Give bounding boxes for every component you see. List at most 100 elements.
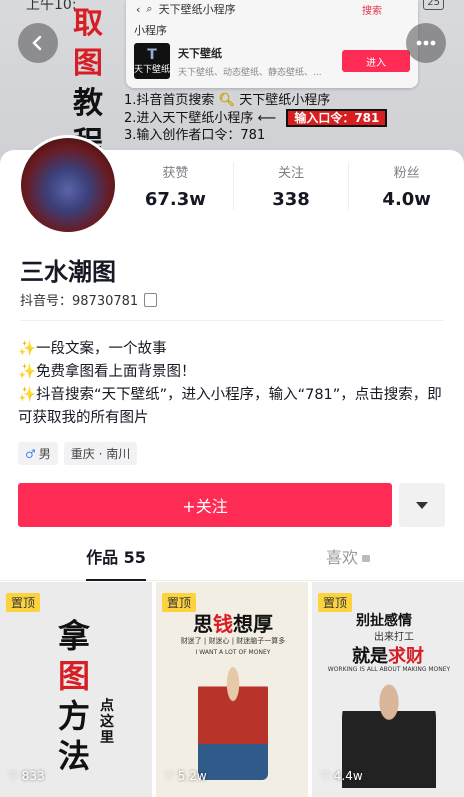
title-char: 方: [57, 697, 90, 735]
search-query: 天下壁纸小程序: [158, 3, 236, 16]
title-char: 取: [73, 6, 103, 41]
heart-icon: ♡: [8, 769, 19, 783]
stat-followers[interactable]: 粉丝 4.0w: [348, 162, 464, 210]
profile-name: 三水潮图: [20, 258, 116, 286]
title-part: 想厚: [233, 612, 273, 636]
search-row: ‹ ⌕ 天下壁纸小程序 搜索: [126, 0, 418, 18]
title-part: 钱: [213, 612, 233, 636]
god-of-wealth-illustration: [198, 660, 268, 780]
thumbnail-side-text: 点这里: [100, 698, 114, 746]
avatar[interactable]: [18, 135, 118, 235]
pinned-badge: 置顶: [6, 593, 41, 612]
profile-bio: ✨一段文案，一个故事 ✨免费拿图看上面背景图！ ✨抖音搜索“天下壁纸”，进入小程…: [18, 338, 448, 430]
title-char: 法: [57, 737, 90, 775]
thumbnail-english: WORKING IS ALL ABOUT MAKING MONEY: [327, 666, 451, 673]
arrow-icon: ⟵: [257, 111, 277, 126]
divider: [20, 320, 444, 321]
copy-icon[interactable]: [144, 292, 158, 307]
bio-line: ✨一段文案，一个故事: [18, 341, 167, 357]
stat-likes[interactable]: 获赞 67.3w: [118, 162, 233, 210]
tab-label: 作品 55: [86, 548, 146, 567]
title-part: 思: [193, 612, 213, 636]
location-tag: 重庆 · 南川: [63, 442, 138, 465]
stat-label: 获赞: [162, 166, 189, 181]
app-icon-letter: T: [147, 46, 157, 63]
app-description: 天下壁纸、动态壁纸、静态壁纸、...: [178, 67, 322, 78]
headline-part: 求财: [388, 646, 424, 667]
step-text: 2.进入天下壁纸小程序: [124, 111, 254, 126]
video-thumbnail[interactable]: 拿 图 方 法 点这里 置顶 ♡ 833: [0, 582, 152, 797]
pinned-badge: 置顶: [318, 593, 353, 612]
headline-part: 就是: [352, 646, 388, 667]
video-likes: ♡ 5.2w: [164, 769, 207, 783]
likes-count: 4.4w: [333, 769, 363, 783]
mini-program-row: T 天下壁纸 天下壁纸 天下壁纸、动态壁纸、静态壁纸、... 进入: [134, 40, 410, 82]
chevron-left-icon: [32, 35, 42, 51]
video-thumbnail[interactable]: 思钱想厚 财迷了 | 财迷心 | 财迷脑子一算多 I WANT A LOT OF…: [156, 582, 308, 797]
thumbnail-title: 思钱想厚: [166, 608, 300, 637]
heart-icon: ♡: [320, 769, 331, 783]
mini-program-label: 小程序: [134, 24, 167, 37]
thumbnail-subtitle: 财迷了 | 财迷心 | 财迷脑子一算多: [180, 637, 286, 645]
triangle-down-icon: [416, 501, 428, 509]
tab-label: 喜欢: [325, 548, 358, 567]
douyin-id-text: 抖音号：98730781: [20, 294, 139, 309]
stat-value: 4.0w: [382, 189, 431, 210]
magnifier-icon: 🔍︎: [218, 93, 236, 108]
video-likes: ♡ 833: [8, 769, 45, 783]
douyin-id: 抖音号：98730781: [20, 290, 158, 309]
step-2: 2.进入天下壁纸小程序 ⟵ 输入口令：781: [124, 109, 388, 127]
thumbnail-english: I WANT A LOT OF MONEY: [195, 649, 271, 656]
stat-following[interactable]: 关注 338: [232, 162, 349, 210]
more-dots-icon: [416, 40, 436, 46]
app-name: 天下壁纸: [178, 46, 222, 60]
gender-text: 男: [38, 447, 51, 461]
stat-value: 338: [272, 189, 310, 210]
chevron-left-icon: ‹: [136, 2, 141, 16]
app-icon: T 天下壁纸: [134, 43, 170, 79]
likes-count: 833: [21, 769, 45, 783]
enter-button: 进入: [342, 50, 410, 72]
video-thumbnail[interactable]: 别扯感情 出来打工 就是求财 WORKING IS ALL ABOUT MAKI…: [312, 582, 464, 797]
thumbnail-subtitle: 出来打工: [374, 632, 414, 643]
pinned-badge: 置顶: [162, 593, 197, 612]
search-link: 搜索: [362, 5, 382, 17]
step-1: 1.抖音首页搜索 🔍︎ 天下壁纸小程序: [124, 92, 387, 109]
video-likes: ♡ 4.4w: [320, 769, 363, 783]
back-button[interactable]: [18, 23, 58, 63]
profile-tags: ♂ 男 重庆 · 南川: [18, 442, 138, 465]
step-text: 天下壁纸小程序: [239, 93, 331, 108]
profile-card: 获赞 67.3w 关注 338 粉丝 4.0w 三水潮图 抖音号：9873078…: [0, 135, 464, 797]
recommend-dropdown-button[interactable]: [399, 483, 445, 527]
app-icon-text: 天下壁纸: [134, 64, 171, 75]
content-tabs: 作品 55 喜欢: [0, 540, 464, 581]
tutorial-steps: 1.抖音首页搜索 🔍︎ 天下壁纸小程序 2.进入天下壁纸小程序 ⟵ 输入口令：7…: [124, 92, 388, 144]
app-info: 天下壁纸 天下壁纸、动态壁纸、静态壁纸、...: [178, 45, 322, 78]
bio-line: ✨免费拿图看上面背景图！: [18, 364, 196, 380]
title-char: 教: [73, 86, 103, 121]
thumbnail-headline: 就是求财: [352, 642, 424, 668]
title-char: 图: [57, 657, 90, 695]
tab-likes[interactable]: 喜欢: [232, 540, 464, 580]
search-icon: ⌕: [146, 2, 153, 15]
title-char: 图: [73, 46, 103, 81]
bio-line: ✨抖音搜索“天下壁纸”，进入小程序，输入“781”，点击搜索，即可获取我的所有图…: [18, 387, 442, 426]
code-badge: 输入口令：781: [286, 109, 388, 127]
stat-value: 67.3w: [144, 189, 206, 210]
thumbnail-title: 别扯感情: [356, 613, 412, 629]
step-text: 1.抖音首页搜索: [124, 93, 215, 108]
video-grid: 拿 图 方 法 点这里 置顶 ♡ 833 思钱想厚 财迷了 | 财迷心 | 财迷…: [0, 582, 464, 797]
stat-label: 关注: [278, 166, 305, 181]
stat-label: 粉丝: [393, 166, 420, 181]
tab-works[interactable]: 作品 55: [0, 540, 232, 581]
gender-tag: ♂ 男: [18, 442, 58, 465]
step-3: 3.输入创作者口令：781: [124, 128, 266, 143]
mini-program-search-card: ‹ ⌕ 天下壁纸小程序 搜索 小程序 T 天下壁纸 天下壁纸 天下壁纸、动态壁纸…: [126, 0, 418, 88]
thumbnail-title: 拿 图 方 法: [52, 616, 96, 776]
follow-button[interactable]: +关注: [18, 483, 392, 527]
male-icon: ♂: [25, 446, 36, 461]
more-button[interactable]: [406, 23, 446, 63]
lock-icon: [362, 555, 370, 562]
title-char: 拿: [57, 617, 90, 655]
heart-icon: ♡: [164, 769, 175, 783]
